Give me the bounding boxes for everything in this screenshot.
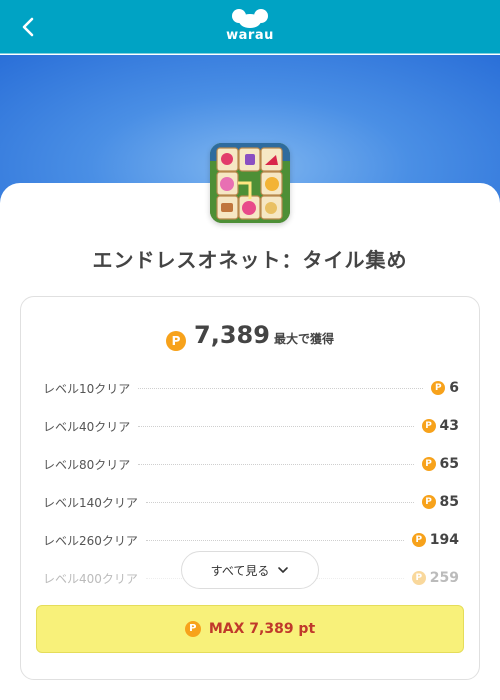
reward-row: レベル10クリア P 6 [43, 369, 459, 407]
point-coin-icon: P [431, 381, 446, 395]
dotted-leader [138, 387, 424, 389]
point-coin-icon: P [166, 331, 187, 351]
dotted-leader [138, 425, 414, 427]
reward-label: レベル140クリア [43, 495, 138, 510]
reward-label: レベル400クリア [43, 571, 138, 586]
see-all-label: すべて見る [210, 563, 270, 578]
point-coin-icon: P [421, 419, 436, 433]
logo-text: warau [226, 28, 274, 43]
dotted-leader [145, 501, 414, 503]
max-points-label: MAX 7,389 pt [208, 621, 316, 637]
app-header: warau [0, 0, 500, 54]
mouse-ears-logo-icon [232, 9, 268, 28]
reward-points: 65 [439, 456, 459, 472]
chevron-left-icon [22, 17, 34, 37]
point-coin-icon: P [184, 621, 201, 637]
reward-label: レベル10クリア [43, 381, 131, 396]
reward-label: レベル80クリア [43, 457, 131, 472]
chevron-down-icon [278, 567, 289, 573]
reward-row: レベル140クリア P 85 [43, 483, 459, 521]
point-coin-icon: P [421, 495, 436, 509]
reward-points: 85 [439, 494, 459, 510]
point-coin-icon: P [411, 571, 426, 585]
total-points-value: 7,389 [194, 321, 270, 349]
reward-card: P 7,389 最大で獲得 レベル10クリア P 6 レベル40クリア P 43… [20, 296, 480, 680]
reward-points: 43 [439, 418, 459, 434]
dotted-leader [138, 463, 414, 465]
reward-points: 194 [429, 532, 459, 548]
total-points: P 7,389 最大で獲得 [21, 321, 479, 351]
reward-label: レベル260クリア [43, 533, 138, 548]
reward-label: レベル40クリア [43, 419, 131, 434]
back-button[interactable] [14, 13, 42, 41]
point-coin-icon: P [411, 533, 426, 547]
max-points-button[interactable]: P MAX 7,389 pt [36, 605, 464, 653]
reward-row: レベル40クリア P 43 [43, 407, 459, 445]
point-coin-icon: P [421, 457, 436, 471]
reward-row: レベル80クリア P 65 [43, 445, 459, 483]
see-all-button[interactable]: すべて見る [181, 551, 319, 589]
mahjong-tiles-app-icon [210, 143, 290, 223]
warau-logo[interactable]: warau [220, 8, 280, 48]
reward-points: 259 [429, 570, 459, 586]
app-title: エンドレスオネット：タイル集め [92, 248, 408, 272]
dotted-leader [145, 539, 404, 541]
total-points-suffix: 最大で獲得 [273, 332, 334, 346]
reward-points: 6 [449, 380, 459, 396]
app-icon [210, 143, 290, 223]
